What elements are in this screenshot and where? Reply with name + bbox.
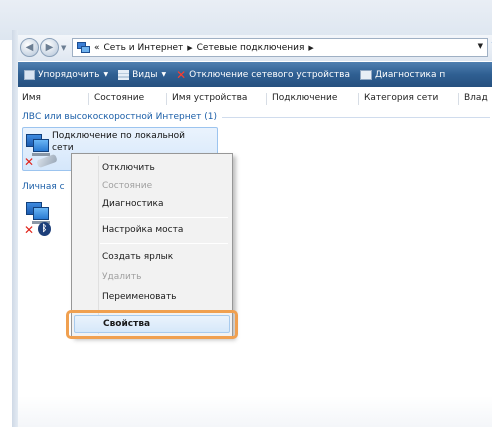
views-button[interactable]: Виды ▼ bbox=[118, 69, 167, 80]
column-headers: Имя Состояние Имя устройства Подключение… bbox=[18, 91, 492, 107]
group-divider bbox=[222, 116, 490, 118]
back-button[interactable]: ◀ bbox=[20, 38, 39, 57]
diagnostics-icon bbox=[359, 69, 372, 80]
column-divider[interactable] bbox=[458, 93, 459, 105]
command-toolbar: Упорядочить ▼ Виды ▼ ✕ Отключение сетево… bbox=[18, 62, 492, 87]
window-frame bbox=[0, 0, 492, 40]
disconnect-label: Отключение сетевого устройства bbox=[189, 69, 350, 80]
breadcrumb-separator-icon[interactable]: ▶ bbox=[308, 44, 313, 52]
menu-separator bbox=[100, 217, 228, 218]
back-arrow-icon: ◀ bbox=[25, 42, 34, 53]
menu-separator bbox=[100, 243, 228, 244]
column-divider[interactable] bbox=[88, 93, 89, 105]
column-divider[interactable] bbox=[166, 93, 167, 105]
organize-icon bbox=[24, 69, 35, 80]
bluetooth-icon: ᛒ bbox=[38, 222, 51, 236]
menu-item-bridge[interactable]: Настройка моста bbox=[74, 221, 230, 239]
views-label: Виды bbox=[132, 69, 158, 80]
navigation-pane-edge bbox=[12, 30, 18, 427]
forward-button[interactable]: ▶ bbox=[40, 38, 59, 57]
diagnostics-label: Диагностика п bbox=[374, 69, 446, 80]
disconnected-x-icon: ✕ bbox=[24, 155, 35, 169]
diagnostics-button[interactable]: Диагностика п bbox=[359, 69, 446, 80]
navigation-bar: ◀ ▶ ▼ « Сеть и Интернет ▶ Сетевые подклю… bbox=[18, 35, 492, 61]
window-bottom bbox=[18, 396, 492, 427]
breadcrumb-network-connections[interactable]: Сетевые подключения bbox=[197, 43, 305, 53]
organize-label: Упорядочить bbox=[38, 69, 100, 80]
group-header-personal[interactable]: Личная с bbox=[22, 182, 65, 192]
breadcrumb-network-internet[interactable]: Сеть и Интернет bbox=[104, 43, 184, 53]
address-dropdown-icon[interactable]: ▼ bbox=[478, 42, 483, 50]
disconnect-device-button[interactable]: ✕ Отключение сетевого устройства bbox=[176, 68, 350, 82]
recent-pages-dropdown[interactable]: ▼ bbox=[61, 44, 66, 52]
menu-item-disable[interactable]: Отключить bbox=[74, 159, 230, 177]
column-header-owner[interactable]: Влад bbox=[464, 93, 488, 103]
properties-highlight-callout bbox=[66, 310, 238, 339]
views-icon bbox=[118, 69, 130, 80]
network-connections-window: ◀ ▶ ▼ « Сеть и Интернет ▶ Сетевые подклю… bbox=[0, 0, 492, 427]
forward-arrow-icon: ▶ bbox=[45, 42, 54, 53]
connection-name: Подключение по локальной сети bbox=[52, 130, 222, 154]
column-header-status[interactable]: Состояние bbox=[94, 93, 144, 103]
network-folder-icon bbox=[77, 41, 90, 54]
group-header-lan[interactable]: ЛВС или высокоскоростной Интернет (1) bbox=[22, 110, 490, 124]
column-divider[interactable] bbox=[358, 93, 359, 105]
menu-item-rename[interactable]: Переименовать bbox=[74, 288, 230, 306]
column-header-network-category[interactable]: Категория сети bbox=[364, 93, 438, 103]
column-header-name[interactable]: Имя bbox=[22, 93, 41, 103]
disconnected-x-icon: ✕ bbox=[24, 223, 35, 237]
connection-name-line: Подключение по локальной bbox=[52, 131, 186, 141]
breadcrumb-separator-icon[interactable]: ▶ bbox=[187, 44, 192, 52]
menu-item-diagnose[interactable]: Диагностика bbox=[74, 195, 230, 213]
group-title: ЛВС или высокоскоростной Интернет (1) bbox=[22, 112, 217, 122]
bluetooth-network-icon[interactable]: ᛒ ✕ bbox=[24, 200, 60, 238]
chevron-down-icon: ▼ bbox=[103, 71, 109, 78]
column-header-connection[interactable]: Подключение bbox=[272, 93, 337, 103]
menu-item-delete[interactable]: Удалить bbox=[74, 268, 230, 286]
menu-item-create-shortcut[interactable]: Создать ярлык bbox=[74, 248, 230, 266]
organize-button[interactable]: Упорядочить ▼ bbox=[24, 69, 109, 80]
address-bar[interactable]: « Сеть и Интернет ▶ Сетевые подключения … bbox=[72, 38, 488, 57]
chevron-down-icon: ▼ bbox=[161, 71, 167, 78]
breadcrumb-overflow[interactable]: « bbox=[94, 43, 100, 53]
disconnect-x-icon: ✕ bbox=[176, 67, 187, 82]
menu-item-status[interactable]: Состояние bbox=[74, 177, 230, 195]
column-header-device-name[interactable]: Имя устройства bbox=[172, 93, 247, 103]
column-divider[interactable] bbox=[266, 93, 267, 105]
